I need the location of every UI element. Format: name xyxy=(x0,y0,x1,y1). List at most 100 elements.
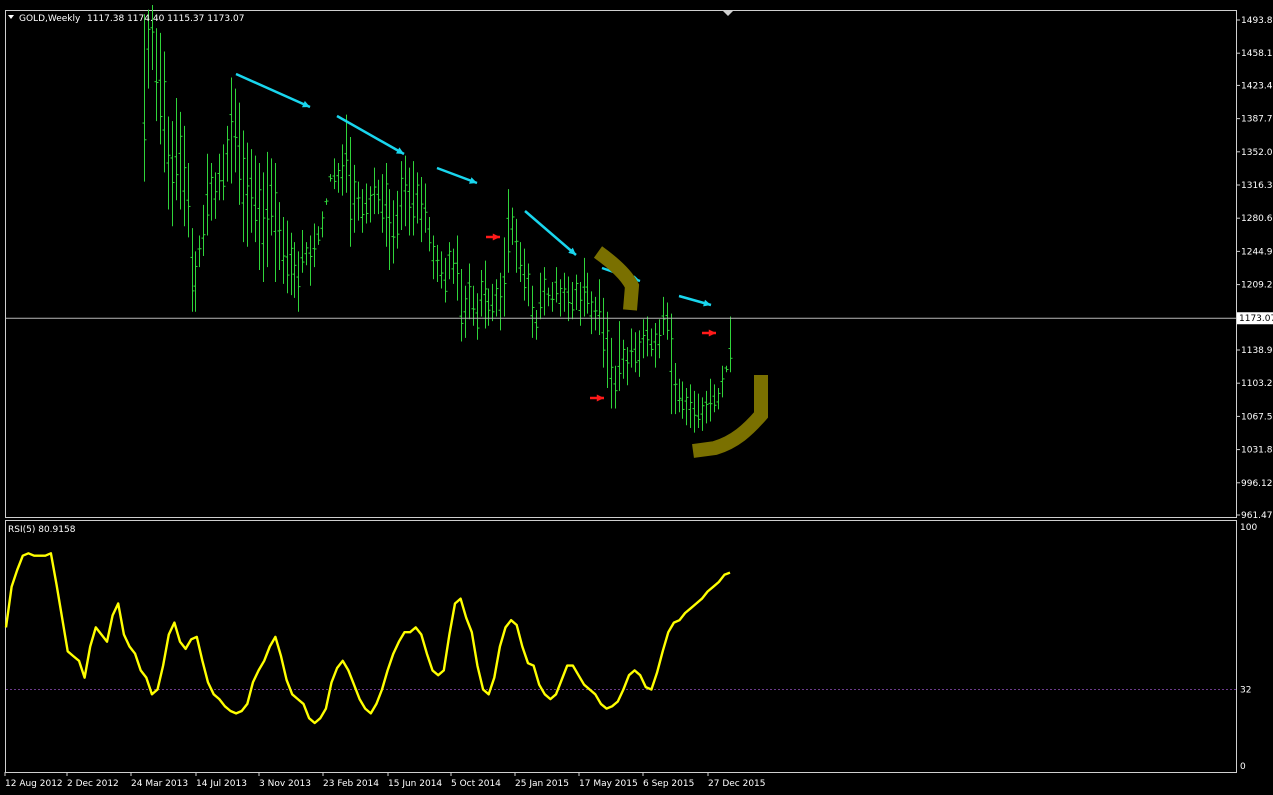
price-bar xyxy=(712,384,717,413)
price-bar xyxy=(677,378,682,413)
price-bar xyxy=(665,302,670,340)
price-bar xyxy=(447,242,452,280)
price-bar xyxy=(320,211,325,238)
price-bar xyxy=(574,274,579,310)
price-bar xyxy=(542,267,547,316)
price-bar xyxy=(435,244,440,283)
price-bar xyxy=(589,291,594,335)
price-bar xyxy=(384,163,389,247)
price-bar xyxy=(336,163,341,193)
price-bar xyxy=(166,116,171,210)
highlight-arc-shape[interactable] xyxy=(692,375,768,458)
rsi-tick-label: 32 xyxy=(1240,686,1251,696)
price-bar xyxy=(704,390,709,424)
price-bar xyxy=(680,381,685,419)
price-bar xyxy=(467,263,472,320)
price-bar xyxy=(269,158,274,236)
price-bar xyxy=(696,393,701,429)
price-bar xyxy=(376,179,381,215)
price-bar xyxy=(423,183,428,233)
price-bar xyxy=(479,269,484,317)
price-tick-label: 1244.97 xyxy=(1241,247,1273,257)
price-bar xyxy=(688,384,693,429)
price-tick-label: 1423.47 xyxy=(1241,81,1273,91)
price-bar xyxy=(538,272,543,320)
price-bar xyxy=(340,144,345,196)
price-bar xyxy=(372,167,377,215)
price-bar xyxy=(241,130,246,243)
price-bar xyxy=(403,155,408,227)
price-bar xyxy=(205,153,210,236)
price-bar xyxy=(356,181,361,221)
time-tick-label: 23 Feb 2014 xyxy=(323,779,379,789)
trend-arrow[interactable] xyxy=(336,114,405,156)
price-bar xyxy=(661,296,666,336)
price-bar xyxy=(641,319,646,359)
scroll-marker-icon[interactable] xyxy=(723,11,733,16)
price-bar xyxy=(601,297,606,368)
price-bar xyxy=(443,257,448,303)
price-bar xyxy=(494,279,499,317)
time-axis: 12 Aug 2012 2 Dec 2012 24 Mar 2013 14 Jul 2… xyxy=(4,772,766,789)
price-bar xyxy=(673,362,678,415)
price-tick-label: 1352.07 xyxy=(1241,148,1273,158)
price-bar xyxy=(348,136,353,247)
price-bar xyxy=(233,88,238,173)
time-tick-label: 15 Jun 2014 xyxy=(388,779,442,789)
time-tick-label: 25 Jan 2015 xyxy=(515,779,569,789)
price-bar xyxy=(225,125,230,182)
trend-arrow[interactable] xyxy=(235,72,311,109)
rsi-title: RSI(5) 80.9158 xyxy=(8,525,76,535)
price-bar xyxy=(609,337,614,409)
trend-arrow[interactable] xyxy=(524,210,577,256)
signal-arrow[interactable] xyxy=(486,233,500,241)
price-tick-label: 1103.22 xyxy=(1241,379,1273,389)
time-tick-label: 12 Aug 2012 xyxy=(5,779,63,789)
price-bar xyxy=(407,167,412,236)
price-bar xyxy=(245,142,250,247)
price-bar xyxy=(249,149,254,233)
trend-arrow[interactable] xyxy=(436,166,478,185)
price-bar xyxy=(475,293,480,340)
signal-arrow[interactable] xyxy=(590,394,604,402)
price-bar xyxy=(391,200,396,264)
price-bar xyxy=(277,202,282,270)
price-bar xyxy=(657,319,662,359)
price-bar xyxy=(455,235,460,301)
price-bars xyxy=(142,4,733,433)
rsi-tick-label: 0 xyxy=(1240,762,1246,772)
price-bar xyxy=(411,161,416,236)
price-bar xyxy=(237,102,242,205)
price-bar xyxy=(257,163,262,270)
price-bar xyxy=(289,232,294,296)
price-tick-label: 1458.12 xyxy=(1241,49,1273,59)
price-tick-label: 961.47 xyxy=(1241,511,1273,521)
price-bar xyxy=(621,339,626,379)
price-bar xyxy=(380,174,385,233)
price-bar xyxy=(653,322,658,368)
chart-canvas: 1493.82 1458.12 1423.47 1387.75 1352.07 1316.… xyxy=(4,4,1273,789)
signal-arrow[interactable] xyxy=(702,329,716,337)
price-bar xyxy=(292,242,297,298)
price-bar xyxy=(285,220,290,294)
price-bar xyxy=(613,365,618,409)
dropdown-triangle-icon[interactable] xyxy=(8,15,14,19)
price-bar xyxy=(328,174,333,182)
price-bar xyxy=(419,176,424,243)
price-bar xyxy=(304,242,309,266)
price-bar xyxy=(518,242,523,283)
price-bar xyxy=(716,388,721,410)
price-bar xyxy=(585,272,590,314)
time-tick-label: 14 Jul 2013 xyxy=(196,779,247,789)
price-bar xyxy=(498,272,503,331)
time-tick-label: 5 Oct 2014 xyxy=(451,779,501,789)
trend-arrow[interactable] xyxy=(678,294,712,307)
price-bar xyxy=(360,189,365,233)
price-bar xyxy=(510,207,515,245)
price-bar xyxy=(316,226,321,245)
price-bar xyxy=(265,151,270,268)
price-bar xyxy=(352,164,357,233)
price-bar xyxy=(296,251,301,312)
price-bar xyxy=(526,263,531,307)
price-bar xyxy=(633,332,638,373)
